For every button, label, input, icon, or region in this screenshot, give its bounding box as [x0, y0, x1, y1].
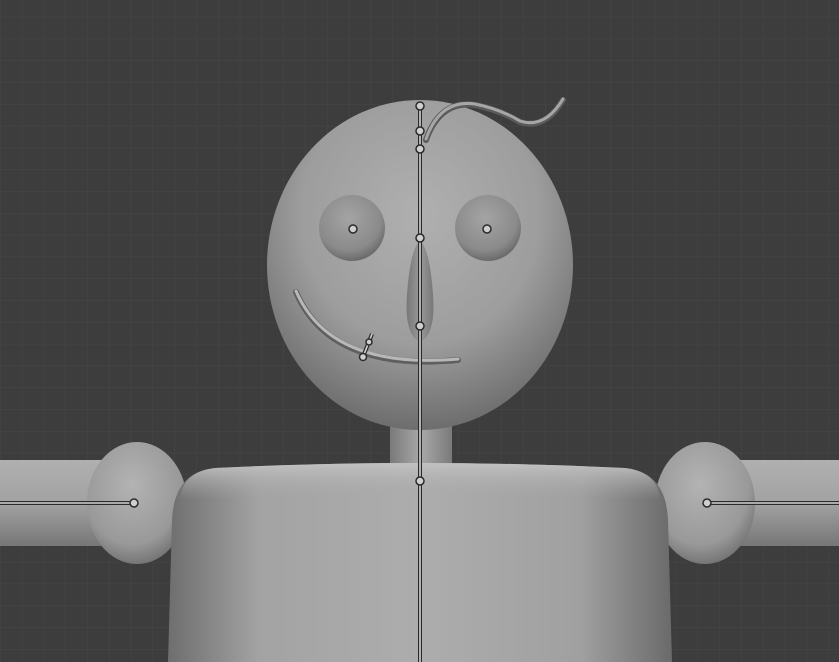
3d-viewport[interactable] — [0, 0, 839, 662]
head-joint-icon[interactable] — [415, 126, 425, 136]
right-shoulder-joint-icon[interactable] — [702, 498, 712, 508]
mouth-bone-base-joint-icon[interactable] — [358, 352, 368, 362]
nose-top-joint-icon[interactable] — [415, 233, 425, 243]
head-top-joint-icon[interactable] — [415, 101, 425, 111]
nose-tip-joint-icon[interactable] — [415, 321, 425, 331]
left-shoulder-joint-icon[interactable] — [129, 498, 139, 508]
right-eye-joint-icon[interactable] — [482, 224, 492, 234]
hair-root-joint-icon[interactable] — [415, 144, 425, 154]
neck-joint-icon[interactable] — [415, 476, 425, 486]
left-eye-joint-icon[interactable] — [348, 224, 358, 234]
scene-canvas[interactable] — [0, 0, 839, 662]
mouth-bone-tip-joint-icon[interactable] — [365, 338, 373, 346]
